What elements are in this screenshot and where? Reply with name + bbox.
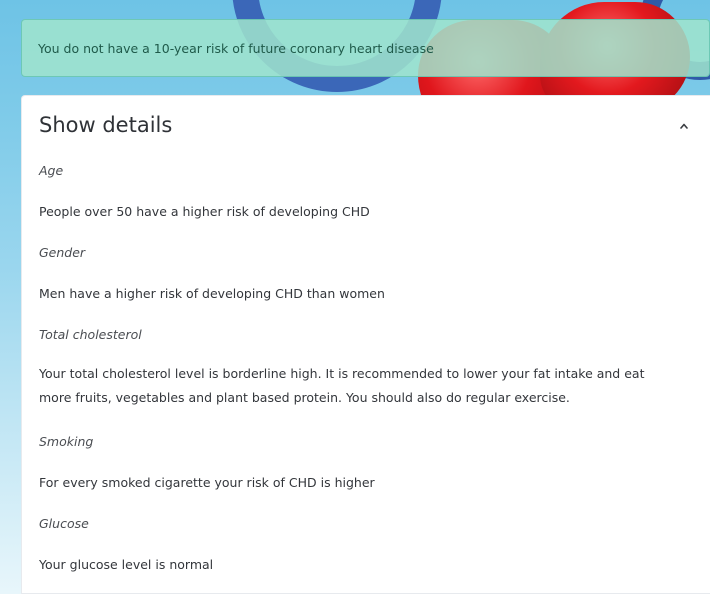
glucose-heading: Glucose bbox=[39, 516, 89, 531]
age-heading: Age bbox=[39, 163, 64, 178]
details-expander-header[interactable]: Show details bbox=[22, 96, 710, 158]
age-text: People over 50 have a higher risk of dev… bbox=[39, 204, 370, 219]
smoking-text: For every smoked cigarette your risk of … bbox=[39, 475, 375, 490]
gender-text: Men have a higher risk of developing CHD… bbox=[39, 286, 385, 301]
details-title: Show details bbox=[39, 113, 173, 137]
gender-heading: Gender bbox=[39, 245, 86, 260]
details-expander: Show details Age People over 50 have a h… bbox=[21, 95, 710, 594]
glucose-text: Your glucose level is normal bbox=[39, 557, 214, 572]
risk-result-alert: You do not have a 10-year risk of future… bbox=[21, 19, 710, 77]
smoking-heading: Smoking bbox=[39, 434, 94, 449]
chevron-up-icon[interactable] bbox=[677, 120, 691, 132]
total-cholesterol-heading: Total cholesterol bbox=[39, 327, 142, 342]
total-cholesterol-text: Your total cholesterol level is borderli… bbox=[39, 366, 645, 405]
risk-result-message: You do not have a 10-year risk of future… bbox=[38, 40, 434, 56]
